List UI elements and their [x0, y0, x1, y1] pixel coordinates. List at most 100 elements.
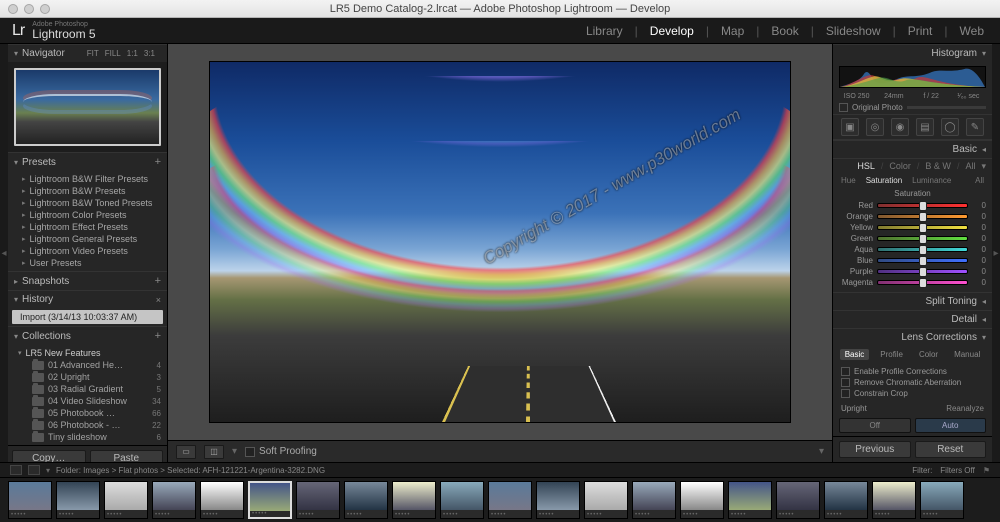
filmstrip-thumb[interactable]: •••••: [872, 481, 916, 519]
collection-item[interactable]: 01 Advanced He…4: [8, 359, 167, 371]
nav-zoom-fit[interactable]: FIT: [87, 49, 99, 58]
saturation-slider-blue[interactable]: Blue0: [839, 255, 986, 266]
hsl-tab-all[interactable]: All: [965, 161, 975, 172]
filmstrip-thumb[interactable]: •••••: [104, 481, 148, 519]
filmstrip-thumb[interactable]: •••••: [584, 481, 628, 519]
filmstrip-thumb[interactable]: •••••: [8, 481, 52, 519]
filmstrip-path[interactable]: Folder: Images > Flat photos > Selected:…: [56, 466, 325, 475]
saturation-slider-yellow[interactable]: Yellow0: [839, 222, 986, 233]
slider-thumb[interactable]: [919, 245, 927, 255]
histogram-header[interactable]: Histogram ▾: [833, 44, 992, 62]
saturation-slider-magenta[interactable]: Magenta0: [839, 277, 986, 288]
module-map[interactable]: Map: [717, 24, 748, 38]
history-entry[interactable]: Import (3/14/13 10:03:37 AM): [12, 310, 163, 324]
slider-track[interactable]: [877, 280, 968, 285]
saturation-slider-aqua[interactable]: Aqua0: [839, 244, 986, 255]
module-web[interactable]: Web: [956, 24, 988, 38]
slider-thumb[interactable]: [919, 201, 927, 211]
lens-corrections-header[interactable]: Lens Corrections ▾: [833, 328, 992, 346]
close-icon[interactable]: ×: [156, 295, 161, 305]
hsl-subtab-hue[interactable]: Hue: [841, 176, 856, 185]
filmstrip-thumb[interactable]: •••••: [920, 481, 964, 519]
hsl-tab-hsl[interactable]: HSL: [857, 161, 875, 172]
left-collapse-arrow[interactable]: ◂: [0, 44, 8, 462]
filmstrip-thumb[interactable]: •••••: [296, 481, 340, 519]
photo-canvas[interactable]: Copyright © 2017 - www.p30world.com: [168, 44, 832, 440]
module-slideshow[interactable]: Slideshow: [822, 24, 885, 38]
original-photo-toggle[interactable]: Original Photo: [833, 101, 992, 114]
histogram-chart[interactable]: [839, 66, 986, 88]
module-book[interactable]: Book: [767, 24, 802, 38]
preset-folder[interactable]: Lightroom B&W Presets: [8, 185, 167, 197]
filmstrip-thumb[interactable]: •••••: [488, 481, 532, 519]
slider-track[interactable]: [877, 203, 968, 208]
filmstrip-thumb[interactable]: •••••: [728, 481, 772, 519]
before-after-icon[interactable]: ◫: [204, 445, 224, 459]
slider-thumb[interactable]: [919, 234, 927, 244]
redeye-tool-icon[interactable]: ◉: [891, 118, 909, 136]
slider-track[interactable]: [877, 247, 968, 252]
slider-track[interactable]: [877, 236, 968, 241]
slider-thumb[interactable]: [919, 256, 927, 266]
plus-icon[interactable]: +: [155, 275, 161, 287]
presets-header[interactable]: ▾ Presets +: [8, 152, 167, 171]
slider-thumb[interactable]: [919, 223, 927, 233]
filmstrip-thumb[interactable]: •••••: [344, 481, 388, 519]
saturation-slider-green[interactable]: Green0: [839, 233, 986, 244]
module-develop[interactable]: Develop: [646, 24, 698, 38]
upright-auto-button[interactable]: Auto: [915, 418, 987, 433]
plus-icon[interactable]: +: [155, 330, 161, 342]
hsl-subtab-saturation[interactable]: Saturation: [866, 176, 902, 185]
slider-thumb[interactable]: [919, 212, 927, 222]
filmstrip-thumb[interactable]: •••••: [56, 481, 100, 519]
preset-folder[interactable]: Lightroom General Presets: [8, 233, 167, 245]
lens-check[interactable]: Remove Chromatic Aberration: [841, 377, 984, 388]
saturation-slider-purple[interactable]: Purple0: [839, 266, 986, 277]
upright-off-button[interactable]: Off: [839, 418, 911, 433]
filmstrip-thumb[interactable]: •••••: [440, 481, 484, 519]
module-print[interactable]: Print: [904, 24, 937, 38]
previous-button[interactable]: Previous: [839, 441, 911, 458]
slider-track[interactable]: [877, 269, 968, 274]
plus-icon[interactable]: +: [155, 156, 161, 168]
preset-folder[interactable]: User Presets: [8, 257, 167, 269]
filmstrip-thumb[interactable]: •••••: [248, 481, 292, 519]
hsl-subtab-luminance[interactable]: Luminance: [912, 176, 951, 185]
filmstrip-thumb[interactable]: •••••: [392, 481, 436, 519]
slider-thumb[interactable]: [919, 267, 927, 277]
preset-folder[interactable]: Lightroom B&W Toned Presets: [8, 197, 167, 209]
collection-item[interactable]: 06 Photobook - …22: [8, 419, 167, 431]
collection-item[interactable]: 05 Photobook …66: [8, 407, 167, 419]
navigator-preview[interactable]: [14, 68, 161, 146]
slider-track[interactable]: [877, 225, 968, 230]
preset-folder[interactable]: Lightroom Video Presets: [8, 245, 167, 257]
slider-track[interactable]: [877, 214, 968, 219]
right-collapse-arrow[interactable]: ▸: [992, 44, 1000, 462]
reanalyze-button[interactable]: Reanalyze: [946, 404, 984, 413]
copy-button[interactable]: Copy…: [12, 450, 86, 462]
hsl-subtab-all[interactable]: All: [975, 176, 984, 185]
filters-off-button[interactable]: Filters Off: [940, 466, 975, 475]
paste-button[interactable]: Paste: [90, 450, 164, 462]
grad-filter-icon[interactable]: ▤: [916, 118, 934, 136]
detail-header[interactable]: Detail ◂: [833, 310, 992, 328]
filmstrip-thumb[interactable]: •••••: [536, 481, 580, 519]
filmstrip-thumb[interactable]: •••••: [824, 481, 868, 519]
filmstrip-thumb[interactable]: •••••: [152, 481, 196, 519]
collection-item[interactable]: 03 Radial Gradient5: [8, 383, 167, 395]
reset-button[interactable]: Reset: [915, 441, 987, 458]
filmstrip-thumb[interactable]: •••••: [632, 481, 676, 519]
basic-header[interactable]: Basic ◂: [833, 140, 992, 158]
soft-proofing-toggle[interactable]: Soft Proofing: [245, 446, 317, 457]
nav-zoom-fill[interactable]: FILL: [105, 49, 121, 58]
crop-tool-icon[interactable]: ▣: [841, 118, 859, 136]
hsl-tab-bw[interactable]: B & W: [925, 161, 951, 172]
collection-root[interactable]: LR5 New Features: [8, 347, 167, 359]
second-window-icon[interactable]: [10, 465, 22, 475]
preset-folder[interactable]: Lightroom Color Presets: [8, 209, 167, 221]
collection-item[interactable]: Tiny slideshow6: [8, 431, 167, 443]
saturation-slider-red[interactable]: Red0: [839, 200, 986, 211]
spot-tool-icon[interactable]: ◎: [866, 118, 884, 136]
lens-check[interactable]: Constrain Crop: [841, 388, 984, 399]
history-header[interactable]: ▾ History ×: [8, 290, 167, 308]
